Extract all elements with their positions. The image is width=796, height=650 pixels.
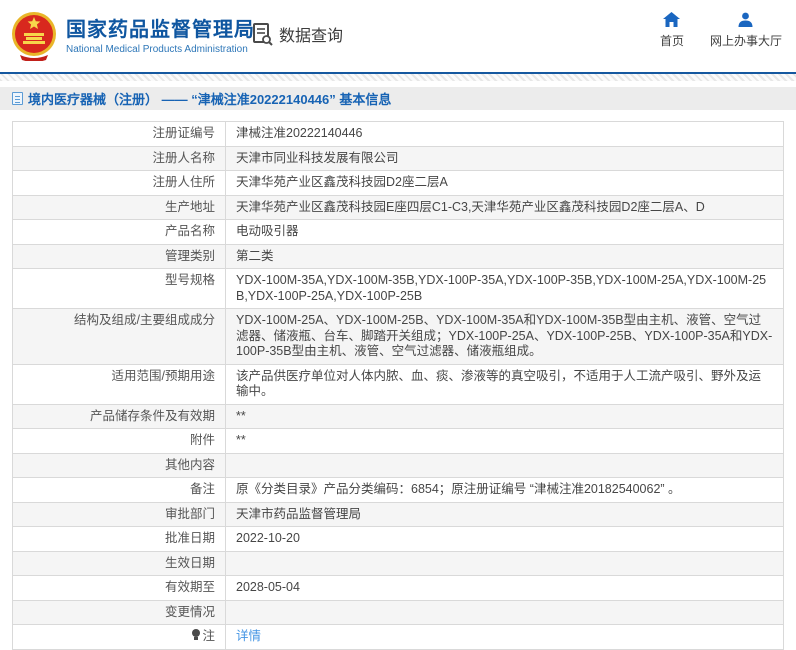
nav-item-online-hall[interactable]: 网上办事大厅 xyxy=(710,12,782,49)
table-row: 产品名称 电动吸引器 xyxy=(13,220,783,245)
table-row: 注册证编号 津械注准20222140446 xyxy=(13,122,783,147)
info-table: 注册证编号 津械注准20222140446 注册人名称 天津市同业科技发展有限公司 注册… xyxy=(12,121,784,650)
nav-label-online-hall: 网上办事大厅 xyxy=(709,34,782,48)
table-row: 注册人住所 天津华苑产业区鑫茂科技园D2座二层A xyxy=(13,171,783,196)
row-value: 2028-05-04 xyxy=(236,580,300,594)
row-value: 电动吸引器 xyxy=(236,224,299,238)
main-content: 注册证编号 津械注准20222140446 注册人名称 天津市同业科技发展有限公司 注册… xyxy=(0,110,796,650)
row-label: 管理类别 xyxy=(13,244,226,268)
row-label: 型号规格 xyxy=(13,269,226,308)
row-value: 2022-10-20 xyxy=(236,531,300,545)
row-value: 天津华苑产业区鑫茂科技园E座四层C1-C3,天津华苑产业区鑫茂科技园D2座二层A… xyxy=(236,199,705,214)
row-label: 有效期至 xyxy=(13,576,226,600)
row-label: 生效日期 xyxy=(13,551,226,575)
row-label: 批准日期 xyxy=(13,527,226,551)
row-label: 变更情况 xyxy=(13,600,226,624)
table-row: 生产地址 天津华苑产业区鑫茂科技园E座四层C1-C3,天津华苑产业区鑫茂科技园D2… xyxy=(13,195,783,220)
row-value: 天津市药品监督管理局 xyxy=(236,506,362,521)
table-row: 备注 原《分类目录》产品分类编码：6854；原注册证编号 “津械注准2018254… xyxy=(13,478,783,503)
hatch-stripe-band xyxy=(0,74,796,81)
home-icon xyxy=(663,12,681,27)
nav-item-home[interactable]: 首页 xyxy=(660,12,684,49)
row-label: 备注 xyxy=(13,478,226,502)
data-query-label: 数据查询 xyxy=(279,28,344,45)
person-icon xyxy=(738,12,753,27)
row-value xyxy=(226,601,783,625)
site-header: 国家药品监督管理局 National Medical Products Admi… xyxy=(0,0,796,72)
row-label: 结构及组成/主要组成成分 xyxy=(13,309,226,364)
row-label: 注册证编号 xyxy=(13,122,226,146)
row-value: 原《分类目录》产品分类编码：6854；原注册证编号 “津械注准201825400… xyxy=(236,482,681,496)
row-label: 产品储存条件及有效期 xyxy=(13,404,226,428)
table-row: 附件 ** xyxy=(13,429,783,454)
row-value: 该产品供医疗单位对人体内脓、血、痰、渗液等的真空吸引，不适用于人工流产吸引、野外… xyxy=(236,368,762,399)
data-query-button[interactable]: 数据查询 xyxy=(252,22,343,46)
row-label: 适用范围/预期用途 xyxy=(13,364,226,404)
table-row: 变更情况 xyxy=(13,600,783,625)
table-row: 产品储存条件及有效期 ** xyxy=(13,404,783,429)
table-row: 有效期至 2028-05-04 xyxy=(13,576,783,601)
row-label: 产品名称 xyxy=(13,220,226,244)
breadcrumb-text: 境内医疗器械（注册） —— “津械注准20222140446” 基本信息 xyxy=(28,92,392,107)
row-label: 生产地址 xyxy=(13,195,226,219)
table-row: 批准日期 2022-10-20 xyxy=(13,527,783,552)
row-value: YDX-100M-35A,YDX-100M-35B,YDX-100P-35A,Y… xyxy=(236,273,767,303)
row-label: 注册人名称 xyxy=(13,146,226,170)
site-subtitle: National Medical Products Administration xyxy=(66,43,248,55)
page-icon xyxy=(12,92,23,105)
national-emblem-logo xyxy=(12,12,56,61)
table-row: 适用范围/预期用途 该产品供医疗单位对人体内脓、血、痰、渗液等的真空吸引，不适用于… xyxy=(13,364,783,405)
row-value xyxy=(226,552,783,576)
site-title: 国家药品监督管理局 xyxy=(66,18,255,41)
row-value: 详情 xyxy=(226,625,783,649)
row-value: 第二类 xyxy=(236,248,274,263)
row-value: 天津市同业科技发展有限公司 xyxy=(236,150,399,165)
table-row: 型号规格 YDX-100M-35A,YDX-100M-35B,YDX-100P-3… xyxy=(13,269,783,309)
nav-label-home: 首页 xyxy=(659,34,684,48)
header-nav: 首页 网上办事大厅 xyxy=(660,12,782,49)
document-search-icon xyxy=(253,23,273,46)
row-value: 津械注准20222140446 xyxy=(236,126,363,140)
row-value: ** xyxy=(236,433,246,447)
table-row: 生效日期 xyxy=(13,551,783,576)
row-label: 附件 xyxy=(13,429,226,453)
row-value: ** xyxy=(236,408,246,423)
table-row: 管理类别 第二类 xyxy=(13,244,783,269)
row-label: 审批部门 xyxy=(13,502,226,526)
site-title-block: 国家药品监督管理局 National Medical Products Admi… xyxy=(66,18,255,55)
bulb-icon xyxy=(192,629,201,640)
breadcrumb: 境内医疗器械（注册） —— “津械注准20222140446” 基本信息 xyxy=(0,87,796,110)
table-row: 审批部门 天津市药品监督管理局 xyxy=(13,502,783,527)
row-value: YDX-100M-25A、YDX-100M-25B、YDX-100M-35A和Y… xyxy=(236,313,773,358)
row-value xyxy=(226,454,783,478)
table-row: 注册人名称 天津市同业科技发展有限公司 xyxy=(13,146,783,171)
table-row: 注详情 xyxy=(13,625,783,650)
row-label: 注 xyxy=(13,625,226,649)
detail-link[interactable]: 详情 xyxy=(236,629,261,643)
row-label: 其他内容 xyxy=(13,453,226,477)
row-value: 天津华苑产业区鑫茂科技园D2座二层A xyxy=(236,175,448,189)
row-label: 注册人住所 xyxy=(13,171,226,195)
table-row: 结构及组成/主要组成成分 YDX-100M-25A、YDX-100M-25B、YD… xyxy=(13,309,783,365)
table-row: 其他内容 xyxy=(13,453,783,478)
